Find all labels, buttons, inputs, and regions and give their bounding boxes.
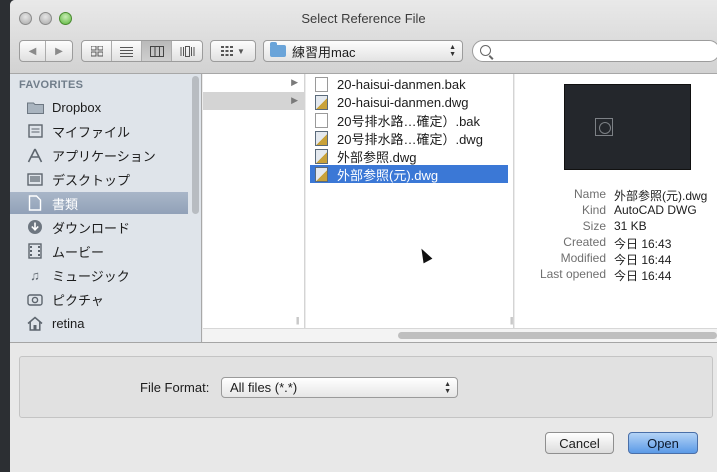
dwg-file-icon [315, 166, 328, 182]
sidebar-item-desktop[interactable]: デスクトップ [10, 168, 188, 190]
folder-icon [270, 42, 286, 57]
my-files-icon [26, 123, 44, 139]
column-view-icon [149, 45, 164, 57]
file-item[interactable]: 20号排水路…確定）.dwg [310, 129, 508, 147]
dwg-file-icon [315, 148, 328, 164]
up-down-arrows-icon: ▲ ▼ [449, 44, 456, 58]
home-icon [26, 315, 44, 331]
list-view-button[interactable] [112, 41, 142, 61]
column-resize-handle[interactable]: || [510, 316, 513, 325]
folder-icon [26, 99, 44, 115]
file-item[interactable]: 外部参照.dwg [310, 147, 508, 165]
documents-icon [26, 195, 44, 211]
dialog-footer: File Format: All files (*.*) ▲ ▼ Cancel O… [10, 342, 717, 472]
info-row-last-opened: Last opened 今日 16:44 [539, 267, 672, 283]
info-row-modified: Modified 今日 16:44 [560, 251, 672, 267]
title-bar: Select Reference File ◀ ▶ ▼ 練習用mac ▲ ▼ [10, 0, 717, 74]
pictures-icon [26, 291, 44, 307]
sidebar: FAVORITES Dropbox マイファイル アプリケーション デスクトップ… [10, 74, 202, 342]
dwg-file-icon [315, 130, 328, 146]
column-row[interactable]: ▶ [203, 74, 304, 92]
back-arrow-icon: ◀ [28, 45, 37, 57]
music-icon: ♫ [30, 267, 40, 283]
file-item-selected[interactable]: 外部参照(元).dwg [310, 165, 508, 183]
file-format-select[interactable]: All files (*.*) ▲ ▼ [221, 377, 458, 398]
bak-file-icon [315, 76, 328, 92]
cancel-button[interactable]: Cancel [545, 432, 614, 454]
sidebar-item-documents[interactable]: 書類 [10, 192, 188, 214]
list-view-icon [120, 46, 133, 57]
current-folder-name: 練習用mac [292, 44, 356, 60]
downloads-icon [26, 219, 44, 235]
navigation-buttons: ◀ ▶ [19, 40, 73, 62]
search-field [472, 40, 717, 62]
forward-arrow-icon: ▶ [55, 45, 63, 57]
sidebar-item-applications[interactable]: アプリケーション [10, 144, 188, 166]
drawing-icon [595, 118, 613, 136]
path-popup[interactable]: 練習用mac ▲ ▼ [263, 40, 463, 62]
view-mode-buttons [81, 40, 203, 62]
up-down-arrows-icon: ▲ ▼ [444, 381, 451, 395]
browser-column-1: ▶ ▶ || [203, 74, 305, 328]
sidebar-item-dropbox[interactable]: Dropbox [10, 96, 188, 118]
cover-flow-view-icon [180, 45, 194, 57]
applications-icon [26, 147, 44, 163]
search-icon [480, 45, 491, 56]
sidebar-item-retina[interactable]: retina [10, 312, 188, 334]
disclosure-arrow-icon: ▶ [291, 95, 298, 105]
forward-button[interactable]: ▶ [46, 41, 72, 61]
favorites-heading: FAVORITES [19, 79, 84, 91]
horizontal-scrollbar[interactable] [203, 328, 717, 342]
select-reference-file-dialog: Select Reference File ◀ ▶ ▼ 練習用mac ▲ ▼ F… [10, 0, 717, 472]
cover-flow-view-button[interactable] [172, 41, 202, 61]
sidebar-item-movies[interactable]: ムービー [10, 240, 188, 262]
bak-file-icon [315, 112, 328, 128]
movies-icon [26, 243, 44, 259]
preview-pane: Name 外部参照(元).dwg Kind AutoCAD DWG Size 31 K… [515, 74, 717, 328]
sidebar-item-my-files[interactable]: マイファイル [10, 120, 188, 142]
open-button[interactable]: Open [628, 432, 698, 454]
icon-view-icon [90, 45, 103, 56]
desktop-icon [26, 171, 44, 187]
sidebar-item-music[interactable]: ♫ ミュージック [10, 264, 188, 286]
info-row-created: Created 今日 16:43 [563, 235, 672, 251]
file-item[interactable]: 20号排水路…確定）.bak [310, 111, 508, 129]
dwg-file-icon [315, 94, 328, 110]
grid-icon [221, 46, 234, 56]
scrollbar-thumb[interactable] [398, 332, 717, 339]
file-format-label: File Format: [140, 380, 210, 395]
disclosure-arrow-icon: ▶ [291, 77, 298, 87]
arrange-menu-button[interactable]: ▼ [210, 40, 256, 62]
file-thumbnail [564, 84, 691, 170]
info-row-kind: Kind AutoCAD DWG [581, 203, 697, 217]
window-title: Select Reference File [301, 11, 426, 26]
file-item[interactable]: 20-haisui-danmen.dwg [310, 93, 508, 111]
accessory-panel: File Format: All files (*.*) ▲ ▼ [19, 356, 713, 418]
icon-view-button[interactable] [82, 41, 112, 61]
browser-column-2: 20-haisui-danmen.bak 20-haisui-danmen.dw… [306, 74, 514, 328]
column-view-button[interactable] [142, 41, 172, 61]
file-item[interactable]: 20-haisui-danmen.bak [310, 75, 508, 93]
info-row-name: Name 外部参照(元).dwg [573, 187, 708, 203]
sidebar-scrollbar[interactable] [192, 76, 199, 214]
chevron-down-icon: ▼ [237, 46, 245, 56]
search-input[interactable] [497, 43, 707, 59]
back-button[interactable]: ◀ [20, 41, 46, 61]
column-resize-handle[interactable]: || [296, 316, 299, 325]
info-row-size: Size 31 KB [582, 219, 647, 233]
column-row-selected[interactable]: ▶ [203, 92, 304, 110]
sidebar-item-downloads[interactable]: ダウンロード [10, 216, 188, 238]
sidebar-item-pictures[interactable]: ピクチャ [10, 288, 188, 310]
